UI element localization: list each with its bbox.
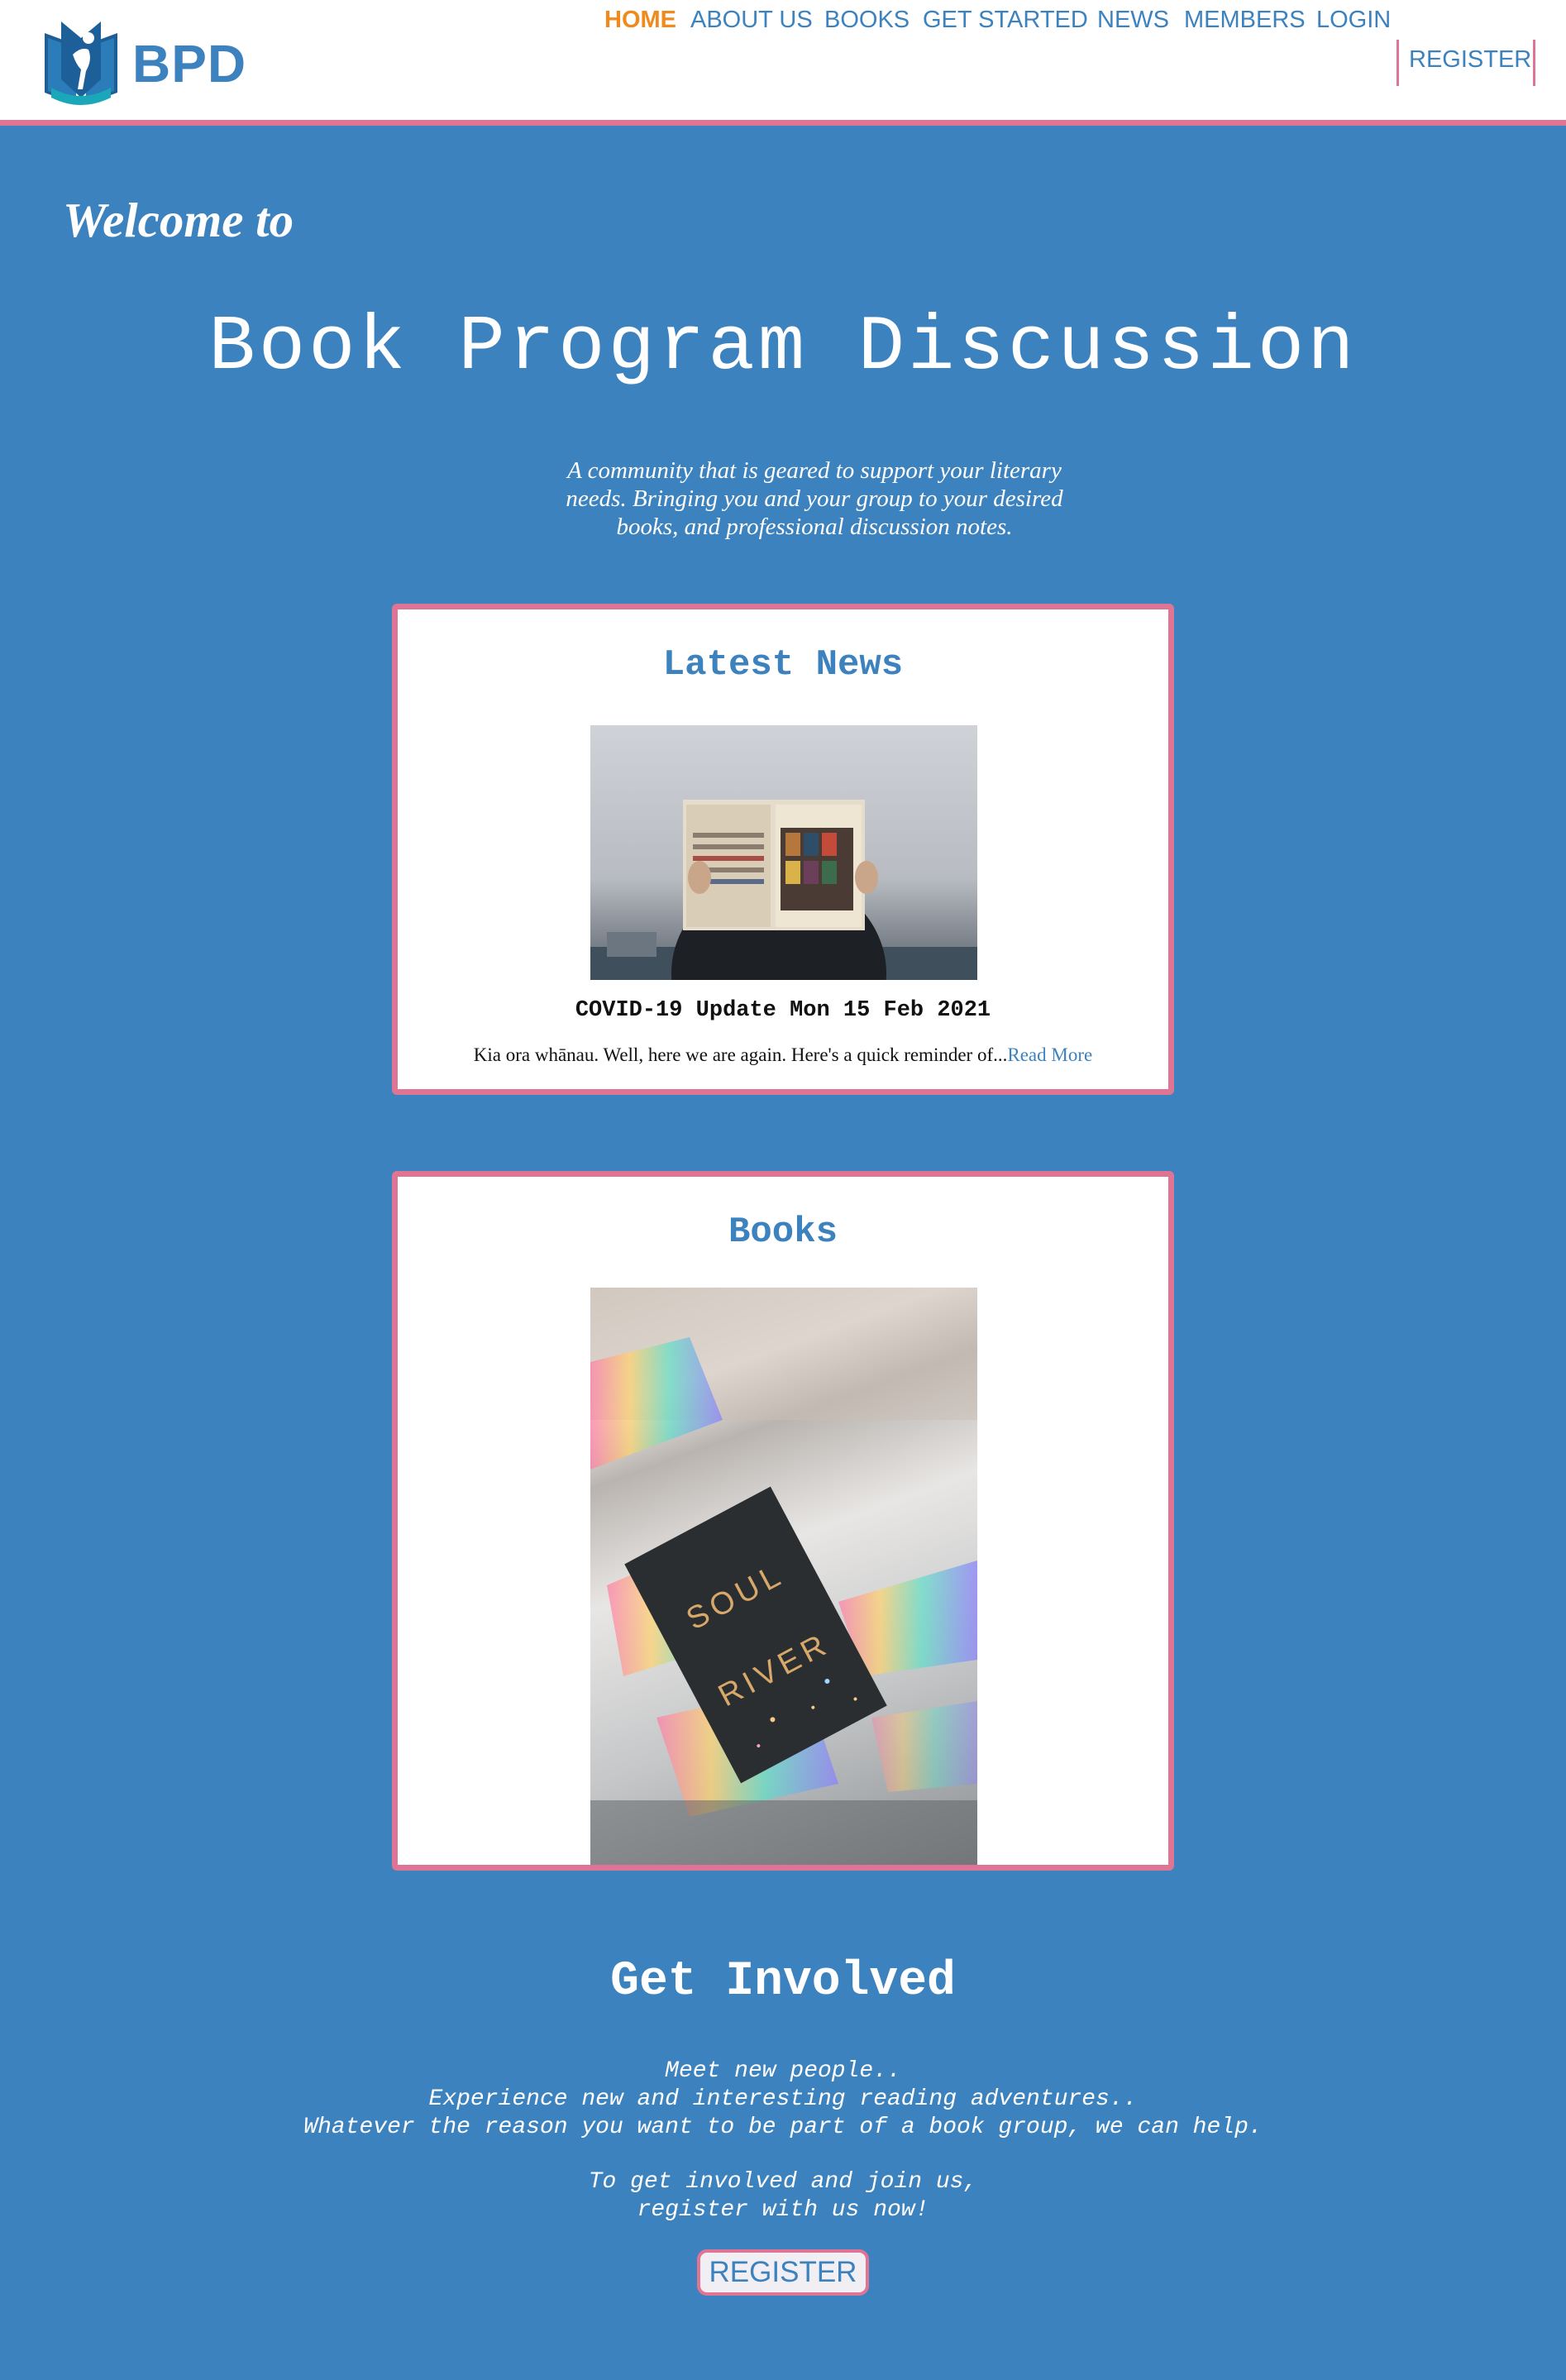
brand-name[interactable]: BPD	[132, 33, 246, 94]
news-headline[interactable]: COVID-19 Update Mon 15 Feb 2021	[398, 998, 1168, 1023]
news-image[interactable]	[590, 725, 977, 980]
nav-about-us[interactable]: ABOUT US	[690, 7, 813, 34]
nav-home[interactable]: HOME	[604, 7, 676, 34]
nav-books[interactable]: BOOKS	[824, 7, 910, 34]
nav-register-label: REGISTER	[1409, 46, 1532, 73]
get-involved-heading: Get Involved	[610, 1955, 956, 2009]
get-involved-line-4: To get involved and join us,	[588, 2169, 978, 2195]
book-reader-logo-icon[interactable]	[43, 22, 119, 108]
books-title: Books	[728, 1212, 838, 1253]
welcome-heading: Welcome to	[63, 193, 294, 247]
book-on-bed-image: SOUL RIVER	[590, 1288, 977, 1865]
books-card: Books SOUL RIVER	[392, 1171, 1174, 1871]
nav-members[interactable]: MEMBERS	[1184, 7, 1306, 34]
nav-login[interactable]: LOGIN	[1316, 7, 1391, 34]
get-involved-line-2: Experience new and interesting reading a…	[428, 2086, 1138, 2112]
latest-news-card: Latest News COVID-19 Update Mon 15 Feb 2…	[392, 604, 1174, 1095]
site-title: Book Program Discussion	[208, 304, 1358, 392]
news-excerpt-text: Kia ora whānau. Well, here we are again.…	[473, 1044, 1008, 1065]
nav-register[interactable]: REGISTER	[1397, 40, 1535, 86]
register-button[interactable]: REGISTER	[697, 2249, 869, 2296]
book-image[interactable]: SOUL RIVER	[590, 1288, 977, 1865]
nav-news[interactable]: NEWS	[1097, 7, 1169, 34]
nav-get-started[interactable]: GET STARTED	[923, 7, 1088, 34]
read-more-link[interactable]: Read More	[1007, 1044, 1092, 1065]
latest-news-title: Latest News	[662, 644, 904, 686]
tagline: A community that is geared to support yo…	[566, 457, 1063, 540]
site-header: BPD HOME ABOUT US BOOKS GET STARTED NEWS…	[0, 0, 1566, 126]
get-involved-line-5: register with us now!	[637, 2197, 929, 2223]
person-reading-newspaper-image	[590, 800, 977, 980]
get-involved-line-1: Meet new people..	[665, 2058, 901, 2084]
news-excerpt: Kia ora whānau. Well, here we are again.…	[398, 1044, 1168, 1066]
get-involved-line-3: Whatever the reason you want to be part …	[303, 2115, 1263, 2140]
